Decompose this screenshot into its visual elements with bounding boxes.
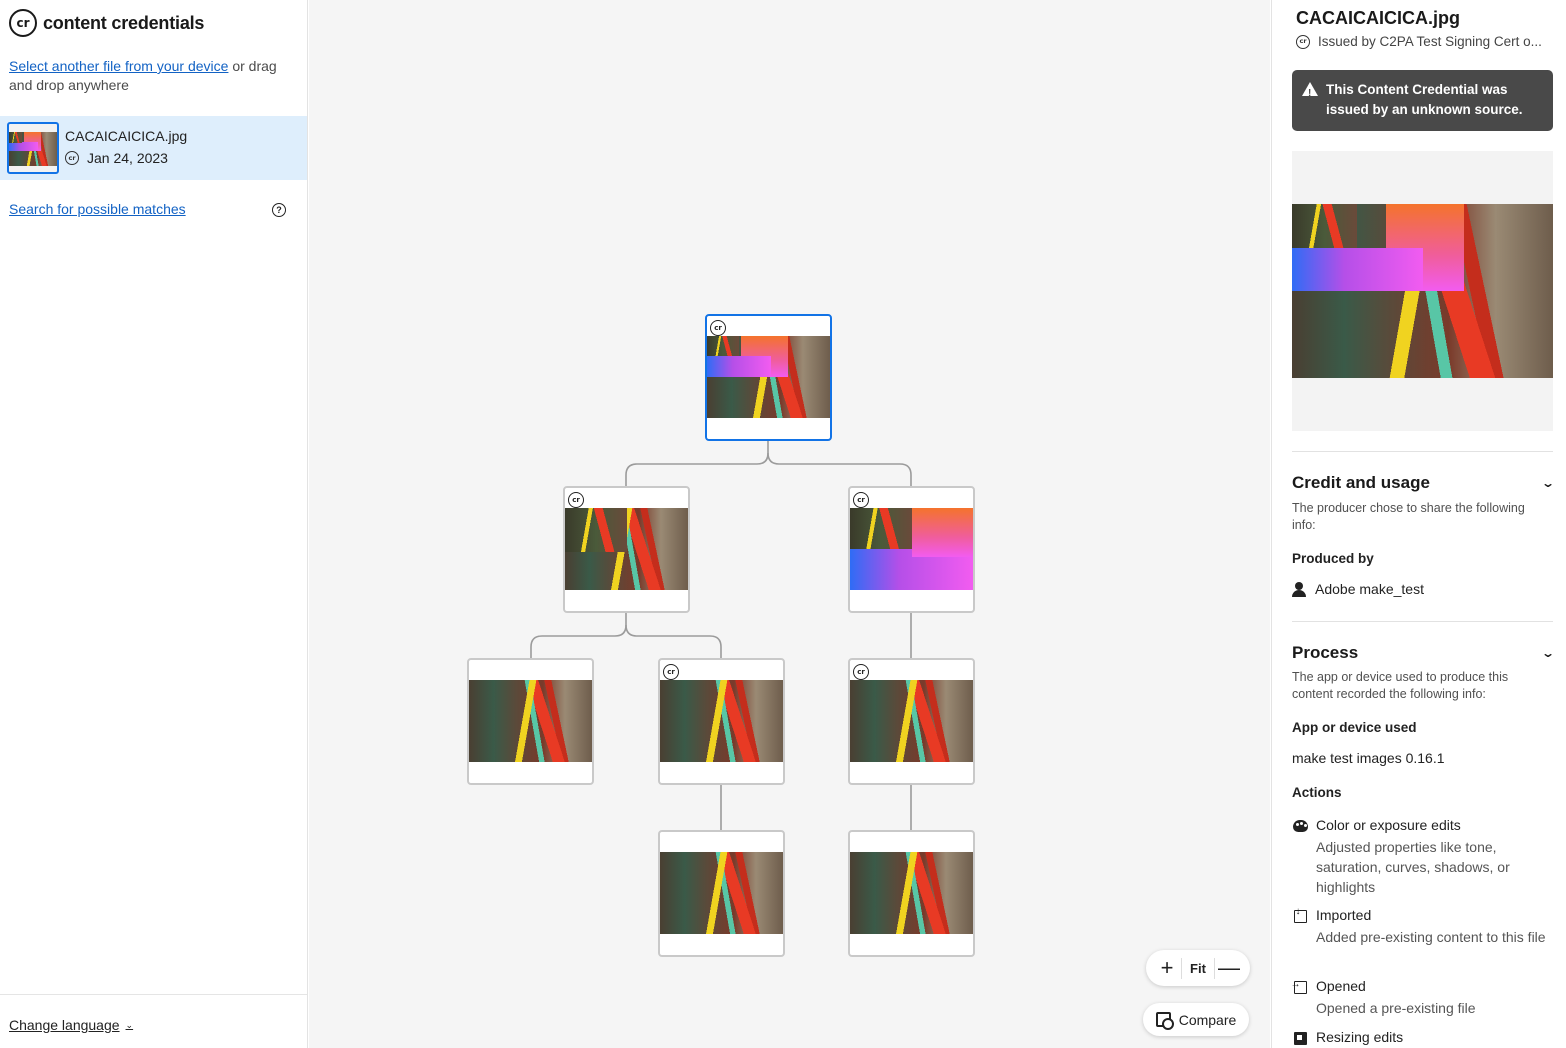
preview-image [1292,204,1553,378]
process-header[interactable]: Process ⌄ [1292,643,1556,663]
file-date: Jan 24, 2023 [87,150,168,166]
import-icon [1292,906,1308,924]
file-name: CACAICAICICA.jpg [65,128,188,144]
content-credentials-logo-icon: cr [9,9,37,37]
sidebar-footer: Change language ⌄ [0,994,307,1048]
actions-label: Actions [1292,785,1342,800]
credential-badge-icon: cr [663,664,679,680]
palette-icon [1292,818,1308,834]
brand-name: content credentials [43,12,205,33]
brand[interactable]: cr content credentials [9,9,204,37]
node-image [660,852,783,934]
warning-text: This Content Credential was issued by an… [1326,82,1523,117]
action-desc: Opened a pre-existing file [1316,1000,1476,1016]
change-language-label: Change language [9,1017,120,1033]
upload-hint: Select another file from your device or … [9,57,294,95]
process-heading: Process [1292,643,1359,662]
credit-usage-header[interactable]: Credit and usage ⌄ [1292,473,1556,493]
app-device-value: make test images 0.16.1 [1292,750,1445,766]
app-root: cr content credentials Select another fi… [0,0,1566,1048]
action-desc: Adjusted properties like tone, saturatio… [1316,839,1510,895]
unknown-source-warning: This Content Credential was issued by an… [1292,70,1553,131]
compare-icon [1155,1012,1174,1030]
credit-usage-desc: The producer chose to share the followin… [1292,501,1525,532]
action-title: Resizing edits [1316,1029,1404,1045]
chevron-down-icon: ⌄ [1540,476,1556,490]
app-device-label: App or device used [1292,720,1417,735]
thumbnail-image [9,132,57,166]
connector-left-a [530,613,627,659]
resize-icon [1292,1030,1308,1046]
credential-icon: cr [65,151,79,165]
process-desc: The app or device used to produce this c… [1292,670,1509,701]
compare-button[interactable]: Compare [1143,1003,1249,1036]
issuer-text: Issued by C2PA Test Signing Cert o... [1318,34,1542,49]
compare-label: Compare [1178,1011,1237,1028]
fit-button[interactable]: Fit [1181,957,1215,979]
node-image [707,336,830,418]
produced-by-label: Produced by [1292,551,1374,566]
tree-node-ingredient-1[interactable]: cr [563,486,690,613]
divider [1292,621,1553,622]
connector-root-left [625,441,769,487]
action-desc: Added pre-existing content to this file [1316,929,1546,945]
details-panel: CACAICAICICA.jpg cr Issued by C2PA Test … [1271,0,1566,1048]
credential-badge-icon: cr [710,320,726,336]
file-date-row: cr Jan 24, 2023 [65,150,168,166]
node-image [565,508,688,590]
tree-node-leaf-2[interactable] [658,830,785,957]
credential-badge-icon: cr [853,492,869,508]
chevron-down-icon: ⌄ [125,1019,134,1030]
credit-usage-heading: Credit and usage [1292,473,1430,492]
connector-root-right [767,452,912,487]
producer-row: Adobe make_test [1292,581,1424,597]
search-matches-link[interactable]: Search for possible matches [9,201,186,217]
tree-node-root[interactable]: cr [705,314,832,441]
warning-icon [1302,82,1318,104]
producer-name: Adobe make_test [1315,581,1424,597]
open-icon [1291,979,1308,995]
help-icon[interactable]: ? [272,203,286,217]
connector-left-b [625,624,722,659]
action-title: Color or exposure edits [1316,817,1461,833]
select-file-link[interactable]: Select another file from your device [9,58,228,74]
divider [1292,451,1553,452]
zoom-in-button[interactable]: + [1156,957,1178,979]
zoom-out-button[interactable]: — [1218,957,1240,979]
sidebar: cr content credentials Select another fi… [0,0,308,1048]
tree-node-ingredient-3[interactable]: cr [658,658,785,785]
action-title: Imported [1316,907,1372,923]
tree-node-leaf-1[interactable] [467,658,594,785]
credential-icon: cr [1296,34,1310,49]
tree-node-ingredient-4[interactable]: cr [848,658,975,785]
zoom-controls: + Fit — [1146,950,1250,986]
node-image [469,680,592,762]
file-thumbnail [7,122,59,174]
chevron-down-icon: ⌄ [1540,646,1556,660]
person-icon [1292,581,1306,597]
tree-node-leaf-3[interactable] [848,830,975,957]
tree-node-ingredient-2[interactable]: cr [848,486,975,613]
node-image [850,508,973,590]
credential-badge-icon: cr [568,492,584,508]
image-preview [1292,151,1553,431]
change-language-button[interactable]: Change language ⌄ [9,1017,133,1033]
issuer-row: cr Issued by C2PA Test Signing Cert o... [1296,34,1542,49]
file-list-item[interactable]: CACAICAICICA.jpg cr Jan 24, 2023 [0,116,307,180]
action-title: Opened [1316,978,1366,994]
tree-connectors [530,441,912,831]
node-image [850,852,973,934]
node-image [660,680,783,762]
node-image [850,680,973,762]
credential-badge-icon: cr [853,664,869,680]
provenance-canvas[interactable]: cr cr cr cr cr + Fit — Compare [309,0,1270,1048]
panel-title: CACAICAICICA.jpg [1296,8,1460,28]
